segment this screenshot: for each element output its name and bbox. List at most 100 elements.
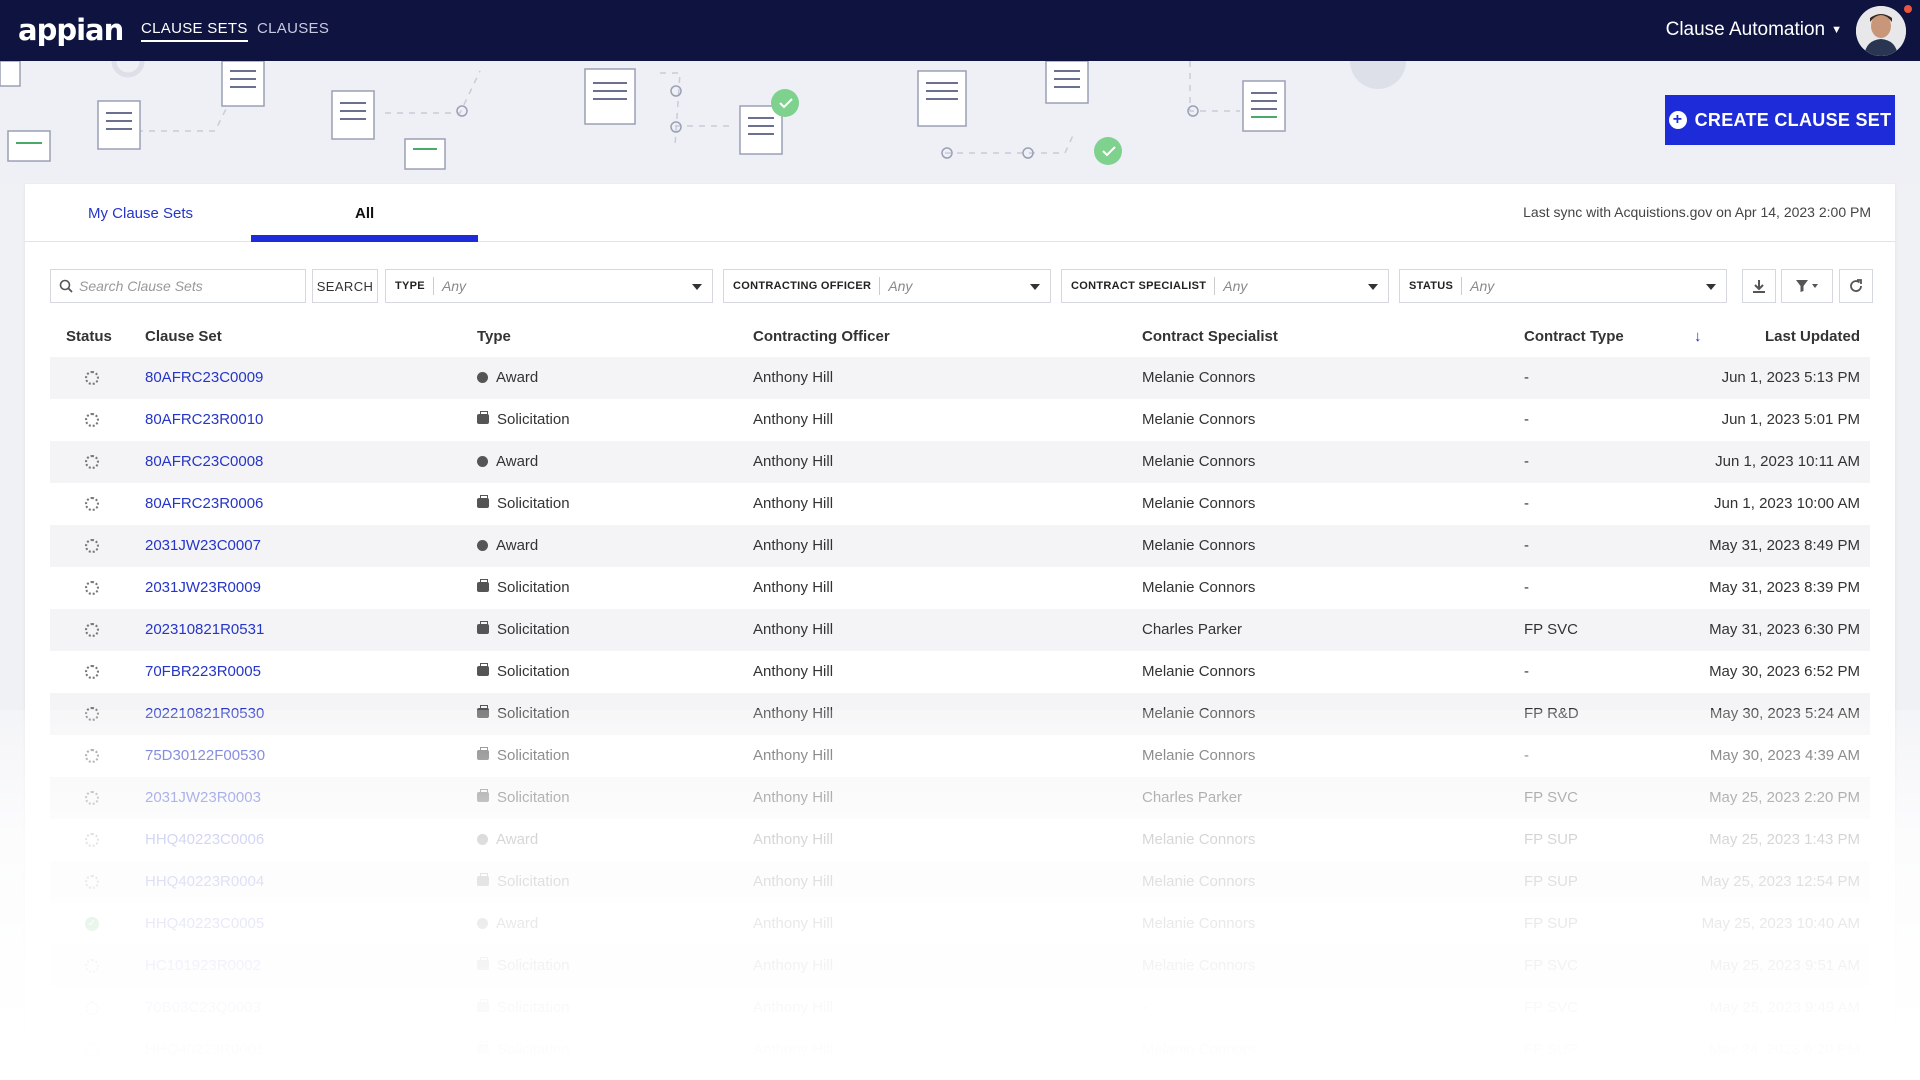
clause-set-link[interactable]: 80AFRC23C0009: [145, 369, 263, 386]
officer-text: Anthony Hill: [753, 705, 834, 722]
tab-all[interactable]: All: [355, 205, 374, 222]
clause-set-link[interactable]: HHQ40223R0004: [145, 873, 264, 890]
table-row: 2031JW23R0009 Solicitation Anthony Hill …: [50, 567, 1870, 609]
updated-text: May 30, 2023 6:52 PM: [1709, 663, 1860, 680]
search-input[interactable]: Search Clause Sets: [50, 269, 306, 303]
clause-set-link[interactable]: HC101923R0002: [145, 957, 261, 974]
col-contract-specialist[interactable]: Contract Specialist: [1142, 328, 1278, 345]
clause-set-link[interactable]: 80AFRC23R0010: [145, 411, 263, 428]
updated-text: May 25, 2023 10:40 AM: [1701, 915, 1860, 932]
clause-set-link[interactable]: 70B03C23Q0003: [145, 999, 261, 1016]
refresh-button[interactable]: [1839, 269, 1873, 303]
col-type[interactable]: Type: [477, 328, 511, 345]
filter-bar: Search Clause Sets SEARCH TYPE Any CONTRA…: [50, 269, 1882, 303]
table-header: Status Clause Set Type Contracting Offic…: [50, 317, 1870, 357]
table-row: 75D30122F00530 Solicitation Anthony Hill…: [50, 735, 1870, 777]
contract-type-text: -: [1524, 663, 1529, 680]
officer-text: Anthony Hill: [753, 369, 834, 386]
in-progress-icon: [85, 833, 99, 847]
nav-tab-clause-sets[interactable]: CLAUSE SETS: [141, 20, 248, 42]
contracting-officer-filter-dropdown[interactable]: CONTRACTING OFFICER Any: [723, 269, 1051, 303]
clause-set-link[interactable]: 80AFRC23C0008: [145, 453, 263, 470]
col-contracting-officer[interactable]: Contracting Officer: [753, 328, 890, 345]
updated-text: May 25, 2023 1:43 PM: [1709, 831, 1860, 848]
create-clause-set-button[interactable]: + CREATE CLAUSE SET: [1665, 95, 1895, 145]
specialist-text: Melanie Connors: [1142, 537, 1256, 554]
clause-set-link[interactable]: 80AFRC23R0006: [145, 495, 263, 512]
nav-tab-clauses[interactable]: CLAUSES: [257, 20, 329, 37]
col-contract-type[interactable]: Contract Type: [1524, 328, 1624, 345]
clause-set-link[interactable]: 2031JW23R0009: [145, 579, 261, 596]
solicitation-icon: [477, 957, 489, 970]
sort-descending-icon[interactable]: ↓: [1694, 328, 1702, 345]
filter-menu-button[interactable]: [1781, 269, 1833, 303]
clause-set-link[interactable]: 202210821R0530: [145, 705, 264, 722]
appian-logo[interactable]: appian: [18, 13, 124, 47]
contract-type-text: FP SVC: [1524, 999, 1578, 1016]
officer-text: Anthony Hill: [753, 411, 834, 428]
contract-specialist-filter-dropdown[interactable]: CONTRACT SPECIALIST Any: [1061, 269, 1389, 303]
in-progress-icon: [85, 791, 99, 805]
updated-text: May 25, 2023 2:20 PM: [1709, 789, 1860, 806]
clause-set-link[interactable]: 70FBR223R0005: [145, 663, 261, 680]
clause-sets-card: My Clause Sets All Last sync with Acquis…: [25, 184, 1895, 1080]
clause-set-link[interactable]: HHQ40223R0001: [145, 1041, 264, 1058]
contract-type-text: -: [1524, 411, 1529, 428]
col-status[interactable]: Status: [66, 328, 112, 345]
table-row: HHQ40223R0001 Solicitation Anthony Hill …: [50, 1029, 1870, 1071]
solicitation-icon: [477, 663, 489, 676]
solicitation-icon: [477, 789, 489, 802]
contract-type-text: -: [1524, 579, 1529, 596]
in-progress-icon: [85, 1043, 99, 1057]
solicitation-icon: [477, 747, 489, 760]
contract-type-text: FP SUP: [1524, 1041, 1578, 1058]
type-text: Solicitation: [497, 495, 570, 512]
dropdown-arrow-icon: [1706, 284, 1716, 290]
clause-set-link[interactable]: 202310821R0531: [145, 621, 264, 638]
in-progress-icon: [85, 875, 99, 889]
user-avatar[interactable]: [1856, 6, 1906, 56]
table-row: 80AFRC23C0009 Award Anthony Hill Melanie…: [50, 357, 1870, 399]
view-tabs: My Clause Sets All Last sync with Acquis…: [25, 184, 1895, 242]
updated-text: May 30, 2023 5:24 AM: [1709, 705, 1860, 722]
table-row: HC101923R0002 Solicitation Anthony Hill …: [50, 945, 1870, 987]
col-last-updated[interactable]: Last Updated: [1765, 328, 1860, 345]
caret-down-icon: ▼: [1831, 23, 1842, 36]
clause-set-link[interactable]: 2031JW23R0003: [145, 789, 261, 806]
search-icon: [59, 279, 73, 293]
tab-my-clause-sets[interactable]: My Clause Sets: [88, 205, 193, 222]
create-clause-set-label: CREATE CLAUSE SET: [1694, 109, 1892, 130]
type-filter-dropdown[interactable]: TYPE Any: [385, 269, 713, 303]
clause-set-link[interactable]: 2031JW23C0007: [145, 537, 261, 554]
specialist-text: Melanie Connors: [1142, 1041, 1256, 1058]
download-icon: [1753, 280, 1765, 293]
clause-set-link[interactable]: HHQ40223C0005: [145, 915, 264, 932]
app-menu[interactable]: Clause Automation ▼: [1666, 19, 1842, 41]
type-text: Award: [496, 369, 539, 386]
updated-text: May 25, 2023 12:54 PM: [1700, 873, 1860, 890]
clause-set-link[interactable]: HHQ40223C0006: [145, 831, 264, 848]
col-clause-set[interactable]: Clause Set: [145, 328, 222, 345]
table-row: HHQ40223C0006 Award Anthony Hill Melanie…: [50, 819, 1870, 861]
in-progress-icon: [85, 623, 99, 637]
specialist-text: Melanie Connors: [1142, 705, 1256, 722]
in-progress-icon: [85, 413, 99, 427]
status-filter-dropdown[interactable]: STATUS Any: [1399, 269, 1727, 303]
officer-text: Anthony Hill: [753, 999, 834, 1016]
table-row: ✓ HHQ40223C0005 Award Anthony Hill Melan…: [50, 903, 1870, 945]
type-text: Solicitation: [497, 1041, 570, 1058]
solicitation-icon: [477, 579, 489, 592]
specialist-text: Melanie Connors: [1142, 915, 1256, 932]
updated-text: May 24, 2023 6:20 PM: [1709, 1041, 1860, 1058]
app-menu-label: Clause Automation: [1665, 19, 1826, 40]
search-button[interactable]: SEARCH: [312, 269, 378, 303]
export-button[interactable]: [1742, 269, 1776, 303]
contract-type-text: FP R&D: [1524, 705, 1579, 722]
updated-text: May 25, 2023 9:51 AM: [1709, 957, 1860, 974]
award-icon: [477, 456, 488, 467]
type-text: Award: [496, 915, 539, 932]
clause-set-link[interactable]: 75D30122F00530: [145, 747, 265, 764]
type-text: Solicitation: [497, 705, 570, 722]
contract-type-text: -: [1524, 369, 1529, 386]
officer-text: Anthony Hill: [753, 621, 834, 638]
